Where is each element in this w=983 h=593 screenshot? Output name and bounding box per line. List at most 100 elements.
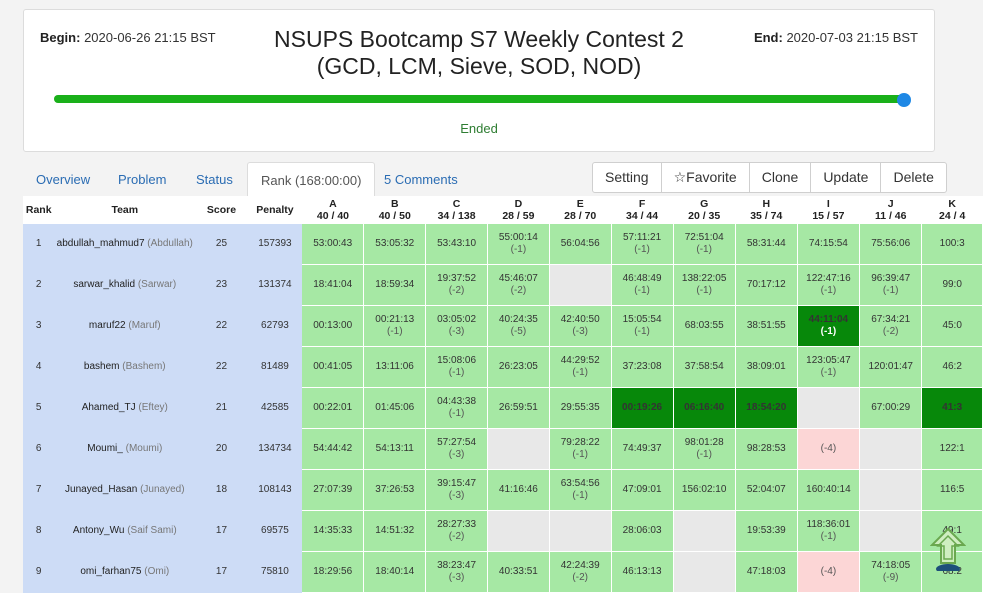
problem-cell[interactable]: 40:24:35 (-5) — [487, 305, 550, 347]
problem-cell[interactable]: 40:33:51 — [487, 551, 550, 593]
problem-cell[interactable] — [673, 551, 736, 593]
problem-cell[interactable]: 01:45:06 — [363, 387, 427, 429]
header-rank[interactable]: Rank — [23, 196, 55, 224]
problem-cell[interactable]: 42:40:50 (-3) — [549, 305, 612, 347]
problem-cell[interactable]: 26:59:51 — [487, 387, 550, 429]
problem-cell[interactable]: 15:08:06 (-1) — [425, 346, 488, 388]
problem-cell[interactable]: 46:2 — [921, 346, 983, 388]
problem-cell[interactable]: 19:53:39 — [735, 510, 798, 552]
team-handle[interactable]: sarwar_khalid — [73, 279, 135, 290]
problem-cell[interactable]: 00:13:00 — [302, 305, 365, 347]
favorite-button[interactable]: ☆Favorite — [662, 163, 750, 192]
problem-cell[interactable]: 13:11:06 — [363, 346, 427, 388]
team-handle[interactable]: Ahamed_TJ — [82, 402, 136, 413]
header-problem-g[interactable]: G 20 / 35 — [673, 196, 736, 224]
tab-overview[interactable]: Overview — [23, 162, 103, 194]
header-problem-f[interactable]: F 34 / 44 — [611, 196, 674, 224]
header-team[interactable]: Team — [54, 196, 196, 224]
problem-cell[interactable]: 38:09:01 — [735, 346, 798, 388]
problem-cell[interactable]: 72:51:04 (-1) — [673, 224, 736, 265]
problem-cell[interactable]: 156:02:10 — [673, 469, 736, 511]
header-problem-e[interactable]: E 28 / 70 — [549, 196, 612, 224]
problem-cell[interactable]: 98:28:53 — [735, 428, 798, 470]
problem-cell[interactable]: 44:29:52 (-1) — [549, 346, 612, 388]
problem-cell[interactable]: 74:49:37 — [611, 428, 674, 470]
team-handle[interactable]: abdullah_mahmud7 — [57, 238, 145, 249]
problem-cell[interactable] — [859, 510, 923, 552]
problem-cell[interactable]: 58:31:44 — [735, 224, 798, 265]
problem-cell[interactable]: 116:5 — [921, 469, 983, 511]
problem-cell[interactable]: 37:26:53 — [363, 469, 427, 511]
problem-cell[interactable]: 41:3 — [921, 387, 983, 429]
problem-cell[interactable]: 67:34:21 (-2) — [859, 305, 923, 347]
team-cell[interactable]: abdullah_mahmud7 (Abdullah) — [54, 224, 196, 265]
problem-cell[interactable] — [549, 264, 612, 306]
problem-cell[interactable]: 45:0 — [921, 305, 983, 347]
problem-cell[interactable]: 37:23:08 — [611, 346, 674, 388]
problem-cell[interactable]: 98:01:28 (-1) — [673, 428, 736, 470]
problem-cell[interactable]: 18:41:04 — [302, 264, 365, 306]
header-problem-b[interactable]: B 40 / 50 — [363, 196, 426, 224]
problem-cell[interactable]: 74:18:05 (-9) — [859, 551, 923, 593]
team-handle[interactable]: omi_farhan75 — [80, 566, 141, 577]
progress-knob[interactable] — [897, 93, 911, 107]
problem-cell[interactable]: 54:13:11 — [363, 428, 427, 470]
problem-cell[interactable]: 63:54:56 (-1) — [549, 469, 612, 511]
team-cell[interactable]: sarwar_khalid (Sarwar) — [54, 264, 196, 306]
problem-cell[interactable] — [549, 510, 612, 552]
header-penalty[interactable]: Penalty — [247, 196, 303, 224]
team-handle[interactable]: Junayed_Hasan — [65, 484, 137, 495]
problem-cell[interactable] — [487, 428, 550, 470]
problem-cell[interactable]: 55:00:14 (-1) — [487, 224, 550, 265]
problem-cell[interactable]: 14:51:32 — [363, 510, 427, 552]
problem-cell[interactable]: 75:56:06 — [859, 224, 923, 265]
header-problem-i[interactable]: I 15 / 57 — [797, 196, 860, 224]
problem-cell[interactable]: 28:06:03 — [611, 510, 674, 552]
problem-cell[interactable]: 37:58:54 — [673, 346, 736, 388]
header-score[interactable]: Score — [195, 196, 248, 224]
problem-cell[interactable]: 00:21:13 (-1) — [363, 305, 427, 347]
problem-cell[interactable]: 38:23:47 (-3) — [425, 551, 488, 593]
team-cell[interactable]: Moumi_ (Moumi) — [54, 428, 196, 470]
problem-cell[interactable]: 18:59:34 — [363, 264, 427, 306]
tab-problem[interactable]: Problem — [105, 162, 179, 194]
problem-cell[interactable]: 39:15:47 (-3) — [425, 469, 488, 511]
problem-cell[interactable]: 118:36:01 (-1) — [797, 510, 861, 552]
problem-cell[interactable]: 06:16:40 — [673, 387, 736, 429]
problem-cell[interactable]: 38:51:55 — [735, 305, 798, 347]
problem-cell[interactable]: 120:01:47 — [859, 346, 923, 388]
problem-cell[interactable]: 99:0 — [921, 264, 983, 306]
problem-cell[interactable]: 46:48:49 (-1) — [611, 264, 674, 306]
problem-cell[interactable]: 18:40:14 — [363, 551, 427, 593]
problem-cell[interactable] — [797, 387, 861, 429]
problem-cell[interactable]: 15:05:54 (-1) — [611, 305, 674, 347]
team-handle[interactable]: bashem — [84, 361, 120, 372]
problem-cell[interactable]: (-4) — [797, 551, 861, 593]
tab-comments[interactable]: 5 Comments — [371, 162, 471, 194]
update-button[interactable]: Update — [811, 163, 882, 192]
team-cell[interactable]: maruf22 (Maruf) — [54, 305, 196, 347]
problem-cell[interactable]: 18:29:56 — [302, 551, 365, 593]
problem-cell[interactable]: 68:03:55 — [673, 305, 736, 347]
problem-cell[interactable]: 57:11:21 (-1) — [611, 224, 674, 265]
problem-cell[interactable]: 53:00:43 — [302, 224, 365, 265]
problem-cell[interactable] — [673, 510, 736, 552]
problem-cell[interactable]: 46:13:13 — [611, 551, 674, 593]
problem-cell[interactable]: 19:37:52 (-2) — [425, 264, 488, 306]
header-problem-d[interactable]: D 28 / 59 — [487, 196, 550, 224]
problem-cell[interactable]: 47:09:01 — [611, 469, 674, 511]
header-problem-k[interactable]: K 24 / 4 — [921, 196, 983, 224]
problem-cell[interactable]: 52:04:07 — [735, 469, 798, 511]
team-handle[interactable]: Moumi_ — [87, 443, 123, 454]
team-handle[interactable]: Antony_Wu — [73, 525, 125, 536]
problem-cell[interactable]: 00:19:26 — [611, 387, 674, 429]
problem-cell[interactable]: 53:43:10 — [425, 224, 488, 265]
problem-cell[interactable]: 14:35:33 — [302, 510, 365, 552]
problem-cell[interactable]: 70:17:12 — [735, 264, 798, 306]
problem-cell[interactable]: 122:47:16 (-1) — [797, 264, 861, 306]
problem-cell[interactable]: 100:3 — [921, 224, 983, 265]
header-problem-h[interactable]: H 35 / 74 — [735, 196, 798, 224]
problem-cell[interactable]: 79:28:22 (-1) — [549, 428, 612, 470]
problem-cell[interactable]: 00:41:05 — [302, 346, 365, 388]
problem-cell[interactable]: 56:04:56 — [549, 224, 612, 265]
